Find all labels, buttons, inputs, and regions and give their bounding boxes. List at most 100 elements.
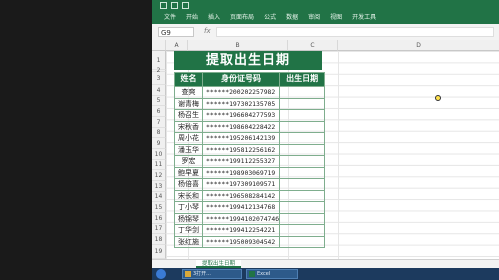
cell-birth-date[interactable]: [279, 143, 326, 156]
column-header-b[interactable]: B: [188, 40, 288, 51]
cell-id-number[interactable]: ******195206142139: [201, 132, 281, 145]
cell-id-number[interactable]: ******200202257982: [201, 86, 281, 99]
formula-input[interactable]: [216, 27, 494, 37]
taskbar: 3打开... Excel: [152, 268, 499, 280]
cell-birth-date[interactable]: [279, 120, 326, 133]
cell-birth-date[interactable]: [279, 212, 326, 225]
tab-insert[interactable]: 插入: [208, 12, 220, 21]
cell-name[interactable]: 周小花: [174, 132, 203, 145]
row-header[interactable]: 18: [152, 234, 166, 245]
cell-birth-date[interactable]: [279, 109, 326, 122]
cell-birth-date[interactable]: [279, 224, 326, 237]
table-row: 潘玉华 ******195812256162: [174, 143, 326, 156]
cell-birth-date[interactable]: [279, 86, 326, 99]
column-header-a[interactable]: A: [166, 40, 188, 51]
tab-home[interactable]: 开始: [186, 12, 198, 21]
row-header[interactable]: 3: [152, 72, 166, 85]
row-header[interactable]: 9: [152, 138, 166, 149]
cell-birth-date[interactable]: [279, 201, 326, 214]
cell-id-number[interactable]: ******199410207474б: [201, 212, 281, 225]
ribbon: 文件 开始 插入 页面布局 公式 数据 审阅 视图 开发工具: [152, 0, 499, 24]
taskbar-item-excel[interactable]: Excel: [246, 269, 298, 279]
redo-icon[interactable]: [182, 2, 189, 9]
row-header[interactable]: 19: [152, 245, 166, 259]
cell-name[interactable]: 丁小琴: [174, 201, 203, 214]
tab-developer[interactable]: 开发工具: [352, 12, 376, 21]
row-header[interactable]: 7: [152, 117, 166, 128]
row-header[interactable]: 6: [152, 106, 166, 117]
cell-name[interactable]: 查爽: [174, 86, 203, 99]
table-row: 宋长和 ******196508284142: [174, 189, 326, 202]
header-name[interactable]: 姓名: [174, 72, 203, 87]
save-icon[interactable]: [160, 2, 167, 9]
start-button-icon[interactable]: [156, 269, 166, 279]
cell-birth-date[interactable]: [279, 97, 326, 110]
row-header[interactable]: 5: [152, 96, 166, 106]
cell-id-number[interactable]: ******199412254221: [201, 224, 281, 237]
row-header[interactable]: 10: [152, 149, 166, 160]
cell-name[interactable]: 张红施: [174, 235, 203, 248]
table-row: 周小花 ******195206142139: [174, 132, 326, 145]
row-header[interactable]: 4: [152, 85, 166, 96]
tab-data[interactable]: 数据: [286, 12, 298, 21]
cell-name[interactable]: 潘玉华: [174, 143, 203, 156]
cell-id-number[interactable]: ******196508284142: [201, 189, 281, 202]
tab-view[interactable]: 视图: [330, 12, 342, 21]
table-row: 丁小琴 ******199412134768: [174, 201, 326, 214]
row-header[interactable]: 14: [152, 192, 166, 202]
cell-name[interactable]: 宋长和: [174, 189, 203, 202]
row-header[interactable]: 8: [152, 128, 166, 138]
row-header[interactable]: 12: [152, 170, 166, 181]
cell-id-number[interactable]: ******197309109571: [201, 178, 281, 191]
cell-id-number[interactable]: ******195812256162: [201, 143, 281, 156]
table-row: 宋秋香 ******198604228422: [174, 120, 326, 133]
cell-birth-date[interactable]: [279, 155, 326, 168]
mouse-pointer-highlight: [435, 95, 441, 101]
row-header[interactable]: 16: [152, 213, 166, 224]
sheet-tab-active[interactable]: 提取出生日期: [196, 260, 242, 268]
sheet-title[interactable]: 提取出生日期: [174, 51, 322, 70]
taskbar-item-label: Excel: [257, 271, 271, 277]
cell-name[interactable]: 谢青梅: [174, 97, 203, 110]
tab-review[interactable]: 审阅: [308, 12, 320, 21]
cell-name[interactable]: 杨锦琴: [174, 212, 203, 225]
cell-id-number[interactable]: ******199412134768: [201, 201, 281, 214]
cell-id-number[interactable]: ******196604277593: [201, 109, 281, 122]
tab-formulas[interactable]: 公式: [264, 12, 276, 21]
row-header[interactable]: 15: [152, 202, 166, 213]
tab-file[interactable]: 文件: [164, 12, 176, 21]
cell-birth-date[interactable]: [279, 189, 326, 202]
cell-name[interactable]: 宋秋香: [174, 120, 203, 133]
ribbon-tabs: 文件 开始 插入 页面布局 公式 数据 审阅 视图 开发工具: [164, 12, 376, 21]
cell-id-number[interactable]: ******197302135705: [201, 97, 281, 110]
select-all-corner[interactable]: [152, 40, 166, 51]
header-id[interactable]: 身份证号码: [201, 72, 281, 87]
taskbar-item-folder[interactable]: 3打开...: [182, 269, 242, 279]
cell-id-number[interactable]: ******198604228422: [201, 120, 281, 133]
cell-birth-date[interactable]: [279, 166, 326, 179]
cell-id-number[interactable]: ******195009304542: [201, 235, 281, 248]
cell-name[interactable]: 杨召生: [174, 109, 203, 122]
cell-birth-date[interactable]: [279, 178, 326, 191]
name-box[interactable]: G9: [158, 27, 194, 37]
cell-name[interactable]: 鲍早夏: [174, 166, 203, 179]
cell-id-number[interactable]: ******198903069719: [201, 166, 281, 179]
tab-page-layout[interactable]: 页面布局: [230, 12, 254, 21]
cell-id-number[interactable]: ******199112255327: [201, 155, 281, 168]
row-header[interactable]: 11: [152, 160, 166, 170]
cell-birth-date[interactable]: [279, 235, 326, 248]
excel-window: 文件 开始 插入 页面布局 公式 数据 审阅 视图 开发工具 G9 fx A B…: [152, 0, 499, 280]
folder-icon: [185, 271, 191, 277]
row-header[interactable]: 13: [152, 181, 166, 192]
header-birth[interactable]: 出生日期: [279, 72, 326, 87]
row-header[interactable]: 17: [152, 224, 166, 234]
table-row: 杨倍喜 ******197309109571: [174, 178, 326, 191]
cell-name[interactable]: 杨倍喜: [174, 178, 203, 191]
column-header-c[interactable]: C: [288, 40, 338, 51]
cell-birth-date[interactable]: [279, 132, 326, 145]
cell-name[interactable]: 罗宏: [174, 155, 203, 168]
cell-name[interactable]: 丁华剑: [174, 224, 203, 237]
column-header-d[interactable]: D: [338, 40, 499, 51]
undo-icon[interactable]: [171, 2, 178, 9]
fx-icon[interactable]: fx: [204, 27, 211, 35]
